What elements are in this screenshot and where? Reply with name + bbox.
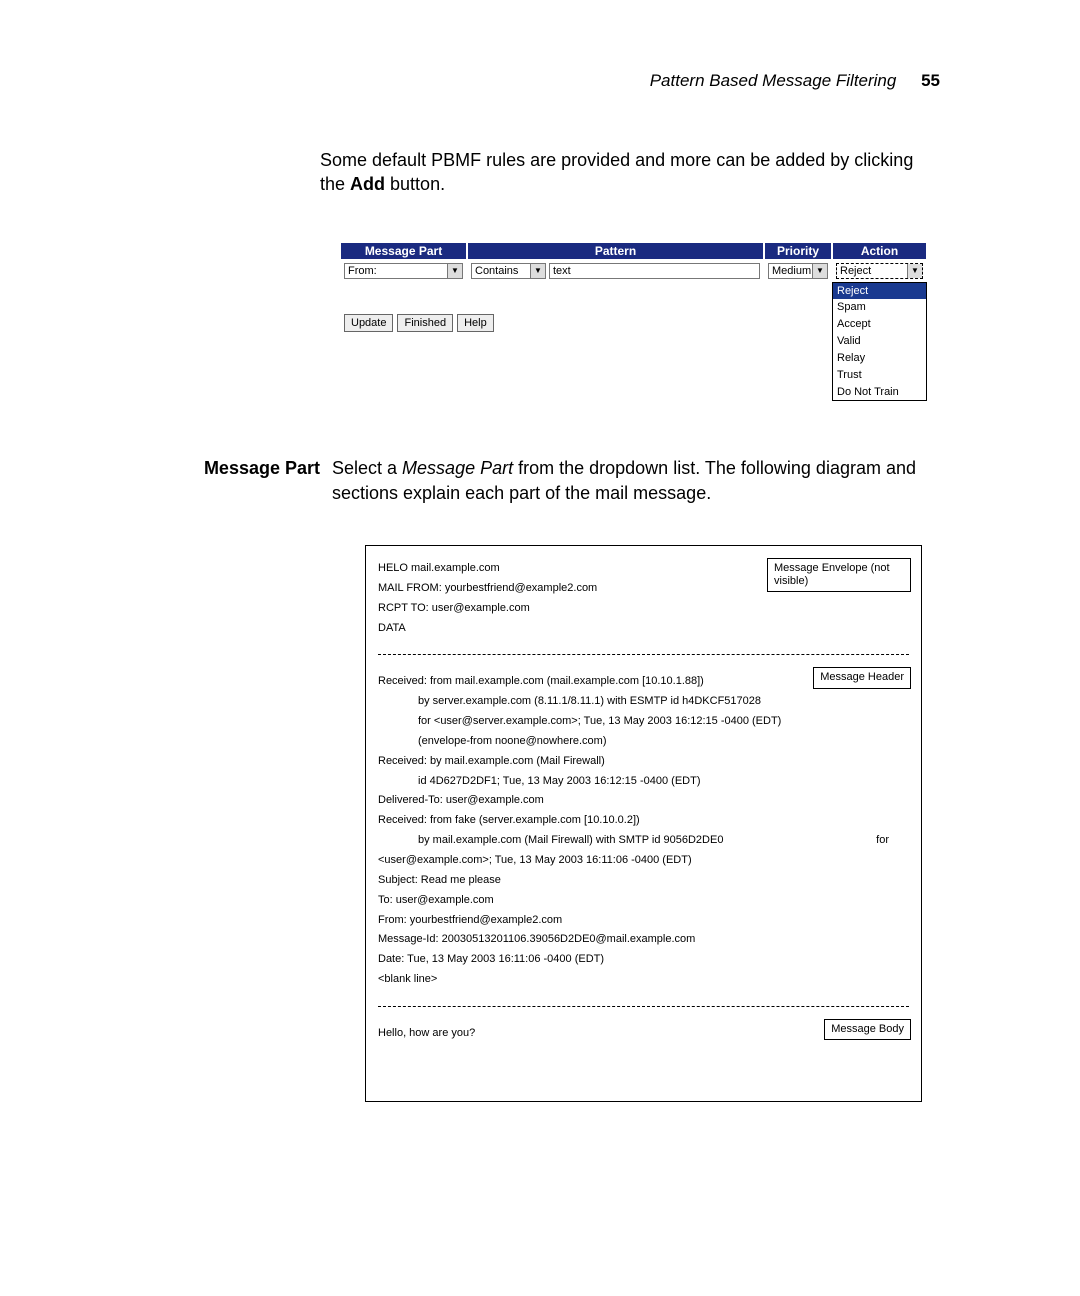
- header-line: id 4D627D2DF1; Tue, 13 May 2003 16:12:15…: [378, 774, 909, 789]
- header-line: Subject: Read me please: [378, 873, 909, 888]
- chevron-down-icon: ▼: [447, 264, 462, 278]
- header-line: Delivered-To: user@example.com: [378, 793, 909, 808]
- running-header: Pattern Based Message Filtering 55: [180, 70, 940, 93]
- header-line: To: user@example.com: [378, 893, 909, 908]
- header-title: Pattern Based Message Filtering: [650, 71, 897, 90]
- intro-bold-add: Add: [350, 174, 385, 194]
- col-message-part: Message Part From: ▼ Update Finished Hel…: [340, 242, 467, 402]
- update-button[interactable]: Update: [344, 314, 393, 332]
- th-pattern: Pattern: [467, 242, 764, 260]
- pbmf-table: Message Part From: ▼ Update Finished Hel…: [340, 242, 935, 402]
- th-message-part: Message Part: [340, 242, 467, 260]
- col-priority: Priority Medium ▼: [764, 242, 832, 402]
- envelope-line: RCPT TO: user@example.com: [378, 601, 909, 616]
- action-option-reject[interactable]: Reject: [833, 283, 926, 300]
- chevron-down-icon: ▼: [812, 264, 827, 278]
- action-option-trust[interactable]: Trust: [833, 367, 926, 384]
- intro-text-after: button.: [385, 174, 445, 194]
- action-value: Reject: [840, 264, 871, 278]
- priority-dropdown[interactable]: Medium ▼: [768, 263, 828, 279]
- pattern-input[interactable]: text: [549, 263, 760, 279]
- th-priority: Priority: [764, 242, 832, 260]
- message-part-value: From:: [348, 264, 377, 278]
- action-option-spam[interactable]: Spam: [833, 299, 926, 316]
- th-action: Action: [832, 242, 927, 260]
- action-option-valid[interactable]: Valid: [833, 333, 926, 350]
- header-line: Message-Id: 20030513201106.39056D2DE0@ma…: [378, 932, 909, 947]
- action-option-do-not-train[interactable]: Do Not Train: [833, 384, 926, 401]
- action-option-relay[interactable]: Relay: [833, 350, 926, 367]
- body-label: Message Body: [824, 1019, 911, 1040]
- envelope-line: DATA: [378, 621, 909, 636]
- header-line: From: yourbestfriend@example2.com: [378, 913, 909, 928]
- pattern-op-value: Contains: [475, 264, 518, 278]
- header-line: Date: Tue, 13 May 2003 16:11:06 -0400 (E…: [378, 952, 909, 967]
- priority-value: Medium: [772, 264, 811, 278]
- action-dropdown[interactable]: Reject ▼: [836, 263, 923, 279]
- header-line: by server.example.com (8.11.1/8.11.1) wi…: [378, 694, 909, 709]
- section-body: Select a Message Part from the dropdown …: [332, 456, 940, 505]
- header-line-left: by mail.example.com (Mail Firewall) with…: [418, 833, 723, 848]
- button-row: Update Finished Help: [344, 314, 467, 332]
- page-number: 55: [921, 71, 940, 90]
- pbmf-figure: Message Part From: ▼ Update Finished Hel…: [340, 242, 940, 402]
- divider-dashed: [378, 1006, 909, 1007]
- header-line-for: for: [876, 833, 909, 848]
- chevron-down-icon: ▼: [530, 264, 545, 278]
- chevron-down-icon: ▼: [907, 264, 922, 278]
- divider-dashed: [378, 654, 909, 655]
- pattern-op-dropdown[interactable]: Contains ▼: [471, 263, 546, 279]
- body-block: Message Body Hello, how are you?: [366, 1011, 921, 1101]
- header-line: for <user@server.example.com>; Tue, 13 M…: [378, 714, 909, 729]
- action-option-accept[interactable]: Accept: [833, 316, 926, 333]
- header-line: Received: from fake (server.example.com …: [378, 813, 909, 828]
- section-body-before: Select a: [332, 458, 402, 478]
- envelope-label: Message Envelope (not visible): [767, 558, 911, 592]
- section-body-italic: Message Part: [402, 458, 513, 478]
- header-line: <user@example.com>; Tue, 13 May 2003 16:…: [378, 853, 909, 868]
- mail-diagram: Message Envelope (not visible) HELO mail…: [365, 545, 922, 1102]
- col-pattern: Pattern Contains ▼ text: [467, 242, 764, 402]
- section-label: Message Part: [180, 456, 332, 505]
- header-line: by mail.example.com (Mail Firewall) with…: [378, 833, 909, 848]
- section-message-part: Message Part Select a Message Part from …: [180, 456, 940, 505]
- document-page: Pattern Based Message Filtering 55 Some …: [0, 0, 1080, 1296]
- message-part-dropdown[interactable]: From: ▼: [344, 263, 463, 279]
- action-dropdown-open: Reject Spam Accept Valid Relay Trust Do …: [832, 282, 927, 402]
- envelope-block: Message Envelope (not visible) HELO mail…: [366, 546, 921, 650]
- finished-button[interactable]: Finished: [397, 314, 453, 332]
- header-block: Message Header Received: from mail.examp…: [366, 659, 921, 1002]
- intro-paragraph: Some default PBMF rules are provided and…: [320, 148, 940, 197]
- header-line: <blank line>: [378, 972, 909, 987]
- header-line: (envelope-from noone@nowhere.com): [378, 734, 909, 749]
- header-line: Received: by mail.example.com (Mail Fire…: [378, 754, 909, 769]
- col-action: Action Reject ▼ Reject Spam Accept Valid…: [832, 242, 927, 402]
- header-label: Message Header: [813, 667, 911, 688]
